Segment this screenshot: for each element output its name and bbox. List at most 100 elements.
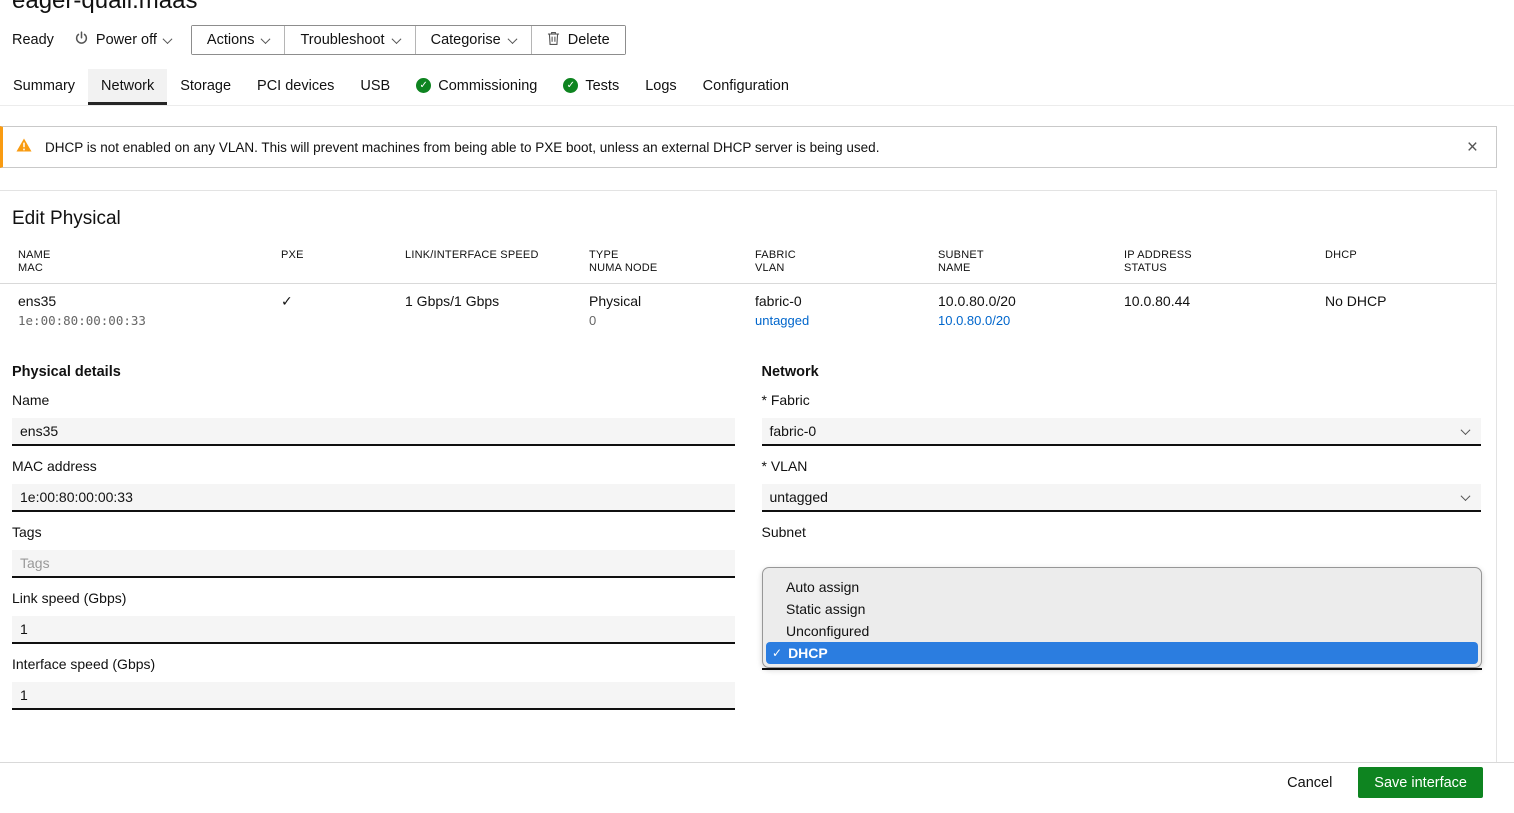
- power-menu[interactable]: Power off: [74, 31, 171, 50]
- warning-triangle-icon: [16, 138, 32, 157]
- delete-button[interactable]: Delete: [532, 26, 625, 54]
- chevron-down-icon: [162, 34, 172, 44]
- tab-label: PCI devices: [257, 78, 334, 94]
- tags-input[interactable]: [12, 550, 735, 578]
- interface-type: Physical: [589, 293, 755, 310]
- categorise-button[interactable]: Categorise: [416, 26, 532, 54]
- chevron-down-icon: [261, 34, 271, 44]
- vlan-select[interactable]: untagged: [762, 484, 1482, 512]
- interface-table: NAMEMAC PXE LINK/INTERFACE SPEED TYPENUM…: [0, 249, 1496, 329]
- subnet-label: Subnet: [762, 524, 1482, 540]
- fabric-select-value: fabric-0: [770, 423, 817, 439]
- fabric-select[interactable]: fabric-0: [762, 418, 1482, 446]
- col-subnet-name: SUBNETNAME: [938, 249, 1124, 275]
- name-label: Name: [12, 392, 735, 408]
- interface-table-header: NAMEMAC PXE LINK/INTERFACE SPEED TYPENUM…: [0, 249, 1496, 284]
- tab-tests[interactable]: ✓ Tests: [550, 69, 632, 105]
- cell-subnet: 10.0.80.0/20 10.0.80.0/20: [938, 293, 1124, 329]
- network-heading: Network: [762, 364, 1482, 380]
- machine-tabs: Summary Network Storage PCI devices USB …: [0, 69, 1514, 106]
- mac-field-group: MAC address: [12, 458, 735, 512]
- success-check-icon: ✓: [416, 78, 431, 93]
- col-dhcp: DHCP: [1325, 249, 1496, 275]
- link-speed-field-group: Link speed (Gbps): [12, 590, 735, 644]
- tab-label: Configuration: [703, 78, 789, 94]
- name-input[interactable]: [12, 418, 735, 446]
- check-icon: ✓: [772, 642, 782, 664]
- machine-detail-page: eager-quail.maas Ready Power off Actions…: [0, 0, 1514, 813]
- dhcp-warning-banner: DHCP is not enabled on any VLAN. This wi…: [0, 126, 1497, 168]
- tab-storage[interactable]: Storage: [167, 69, 244, 105]
- cell-fabric-vlan: fabric-0 untagged: [755, 293, 938, 329]
- tab-label: Commissioning: [438, 78, 537, 94]
- subnet-option-unconfigured[interactable]: Unconfigured: [763, 620, 1481, 642]
- delete-button-label: Delete: [568, 32, 610, 48]
- col-fabric-vlan: FABRICVLAN: [755, 249, 938, 275]
- trash-icon: [547, 31, 560, 50]
- mac-input[interactable]: [12, 484, 735, 512]
- chevron-down-icon: [1461, 425, 1471, 435]
- tab-commissioning[interactable]: ✓ Commissioning: [403, 69, 550, 105]
- save-interface-button[interactable]: Save interface: [1358, 767, 1483, 798]
- dhcp-status: No DHCP: [1325, 293, 1496, 310]
- tab-summary[interactable]: Summary: [0, 69, 88, 105]
- tab-usb[interactable]: USB: [347, 69, 403, 105]
- ip-address: 10.0.80.44: [1124, 293, 1325, 310]
- cell-dhcp: No DHCP: [1325, 293, 1496, 329]
- tab-configuration[interactable]: Configuration: [690, 69, 802, 105]
- cell-speed: 1 Gbps/1 Gbps: [405, 293, 589, 329]
- tab-logs[interactable]: Logs: [632, 69, 689, 105]
- col-speed: LINK/INTERFACE SPEED: [405, 249, 589, 275]
- cell-pxe: ✓: [281, 293, 405, 329]
- edit-physical-panel: Edit Physical NAMEMAC PXE LINK/INTERFACE…: [0, 190, 1497, 762]
- footer-divider: [0, 762, 1514, 763]
- vlan-link[interactable]: untagged: [755, 313, 938, 329]
- actions-button[interactable]: Actions: [192, 26, 286, 54]
- close-icon[interactable]: ×: [1461, 136, 1484, 159]
- interface-speed-input[interactable]: [12, 682, 735, 710]
- interface-speed-field-group: Interface speed (Gbps): [12, 656, 735, 710]
- subnet-field-group: Subnet: [762, 524, 1482, 540]
- subnet-option-static-assign[interactable]: Static assign: [763, 598, 1481, 620]
- subnet-link[interactable]: 10.0.80.0/20: [938, 313, 1124, 329]
- pxe-check-icon: ✓: [281, 293, 405, 310]
- name-field-group: Name: [12, 392, 735, 446]
- troubleshoot-button-label: Troubleshoot: [300, 32, 384, 48]
- chevron-down-icon: [391, 34, 401, 44]
- col-name-mac: NAMEMAC: [18, 249, 281, 275]
- tags-field-group: Tags: [12, 524, 735, 578]
- troubleshoot-button[interactable]: Troubleshoot: [285, 26, 415, 54]
- machine-action-bar: Ready Power off Actions Troubleshoot Cat…: [12, 25, 626, 55]
- machine-title: eager-quail.maas: [12, 0, 197, 15]
- tags-label: Tags: [12, 524, 735, 540]
- success-check-icon: ✓: [563, 78, 578, 93]
- cell-type-numa: Physical 0: [589, 293, 755, 329]
- subnet-option-dhcp[interactable]: ✓ DHCP: [766, 642, 1478, 664]
- categorise-button-label: Categorise: [431, 32, 501, 48]
- tab-label: Network: [101, 78, 154, 94]
- tab-network[interactable]: Network: [88, 69, 167, 105]
- banner-message: DHCP is not enabled on any VLAN. This wi…: [45, 140, 879, 155]
- mac-label: MAC address: [12, 458, 735, 474]
- tab-pci-devices[interactable]: PCI devices: [244, 69, 347, 105]
- chevron-down-icon: [1461, 491, 1471, 501]
- subnet-option-dhcp-label: DHCP: [788, 642, 828, 664]
- link-speed-input[interactable]: [12, 616, 735, 644]
- action-button-group: Actions Troubleshoot Categorise Delete: [191, 25, 626, 55]
- machine-status: Ready: [12, 32, 54, 48]
- interface-row: ens35 1e:00:80:00:00:33 ✓ 1 Gbps/1 Gbps …: [0, 284, 1496, 329]
- tab-label: Storage: [180, 78, 231, 94]
- actions-button-label: Actions: [207, 32, 255, 48]
- subnet-dropdown-popup: Auto assign Static assign Unconfigured ✓…: [762, 567, 1482, 668]
- cancel-button[interactable]: Cancel: [1287, 775, 1332, 791]
- interface-name: ens35: [18, 293, 281, 310]
- link-speed-label: Link speed (Gbps): [12, 590, 735, 606]
- col-pxe: PXE: [281, 249, 405, 275]
- subnet-option-auto-assign[interactable]: Auto assign: [763, 576, 1481, 598]
- fabric-field-group: * Fabric fabric-0: [762, 392, 1482, 446]
- tab-label: Tests: [585, 78, 619, 94]
- tab-label: Logs: [645, 78, 676, 94]
- vlan-label: * VLAN: [762, 458, 1482, 474]
- subnet-value: 10.0.80.0/20: [938, 293, 1124, 310]
- numa-node: 0: [589, 313, 755, 329]
